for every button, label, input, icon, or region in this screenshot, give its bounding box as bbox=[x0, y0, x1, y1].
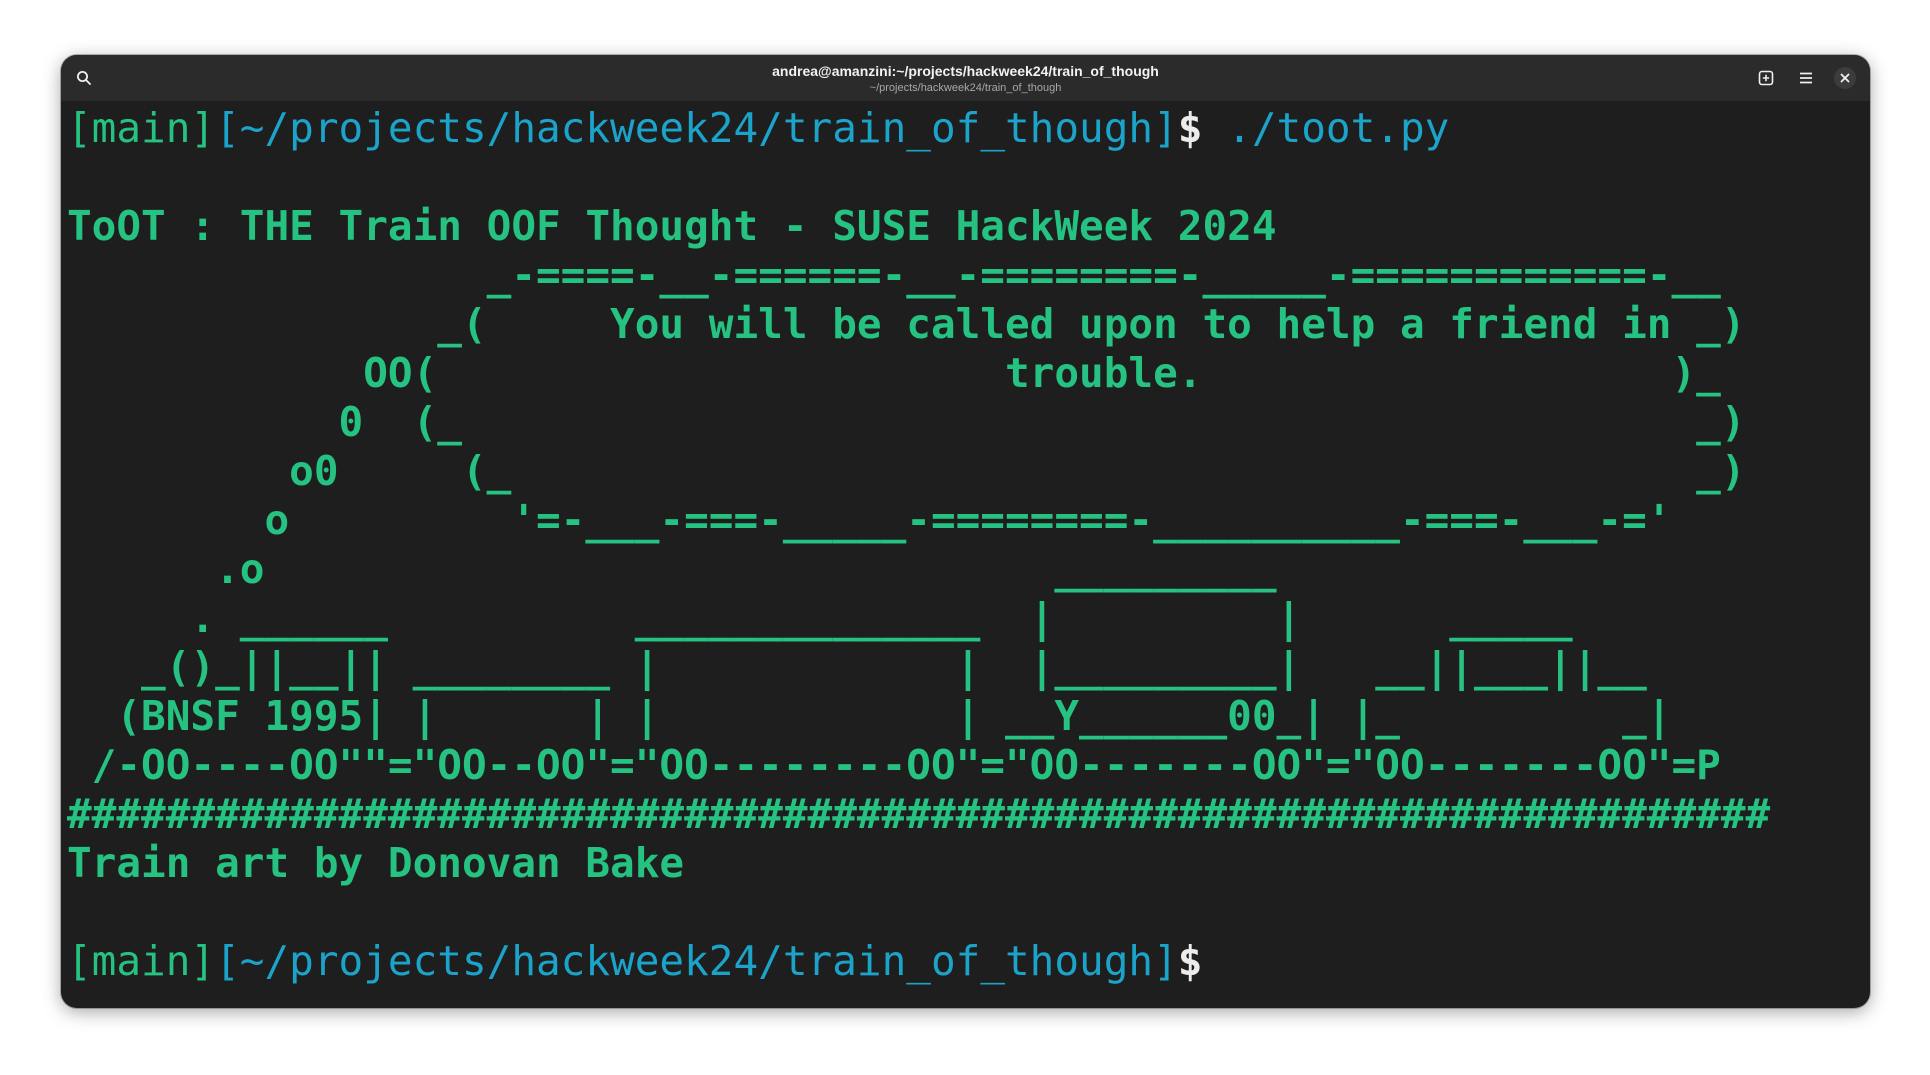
new-tab-button[interactable] bbox=[1752, 64, 1780, 92]
ascii-art-line: _( You will be called upon to help a fri… bbox=[67, 300, 1746, 348]
new-tab-icon bbox=[1758, 70, 1774, 86]
terminal-window: andrea@amanzini:~/projects/hackweek24/tr… bbox=[61, 55, 1870, 1008]
window-subtitle: ~/projects/hackweek24/train_of_though bbox=[869, 82, 1062, 94]
prompt-line: [main][~/projects/hackweek24/train_of_th… bbox=[67, 937, 1770, 986]
title-bar[interactable]: andrea@amanzini:~/projects/hackweek24/tr… bbox=[61, 55, 1870, 101]
ascii-art-line: /-OO----OO""="OO--OO"="OO--------OO"="OO… bbox=[67, 741, 1721, 789]
banner-line: ToOT : THE Train OOF Thought - SUSE Hack… bbox=[67, 202, 1277, 250]
ascii-art-line: 0 (_ _) bbox=[67, 398, 1746, 446]
ascii-art-line: ########################################… bbox=[67, 790, 1771, 838]
terminal-output[interactable]: [main][~/projects/hackweek24/train_of_th… bbox=[67, 104, 1770, 986]
ascii-art-line: (BNSF 1995| | | | | __Y______00_| |_ _| bbox=[67, 692, 1672, 740]
prompt-path: [~/projects/hackweek24/train_of_though] bbox=[215, 104, 1178, 152]
command-text: ./toot.py bbox=[1202, 104, 1450, 152]
prompt-line: [main][~/projects/hackweek24/train_of_th… bbox=[67, 104, 1770, 153]
ascii-art-line: _()_||__|| ________ | | |_________| __||… bbox=[67, 643, 1647, 691]
prompt-branch: [main] bbox=[67, 104, 216, 152]
close-button[interactable] bbox=[1834, 67, 1856, 89]
main-menu-button[interactable] bbox=[1792, 64, 1820, 92]
hamburger-menu-icon bbox=[1800, 72, 1812, 84]
ascii-art-line: o '=-___-===-_____-========-__________-=… bbox=[67, 496, 1672, 544]
window-title: andrea@amanzini:~/projects/hackweek24/tr… bbox=[772, 63, 1159, 79]
prompt-branch: [main] bbox=[67, 937, 216, 985]
prompt-symbol: $ bbox=[1177, 104, 1203, 152]
prompt-path: [~/projects/hackweek24/train_of_though] bbox=[215, 937, 1178, 985]
close-icon bbox=[1840, 73, 1850, 83]
ascii-art-line: .o _________ bbox=[67, 545, 1277, 593]
ascii-art-line: o0 (_ _) bbox=[67, 447, 1746, 495]
ascii-art-line: _-====-__-======-__-========-_____-=====… bbox=[67, 251, 1721, 299]
ascii-art-line: . ______ ______________ | | _____ bbox=[67, 594, 1573, 642]
prompt-symbol: $ bbox=[1177, 937, 1203, 985]
ascii-art-line: OO( trouble. )_ bbox=[67, 349, 1721, 397]
credit-line: Train art by Donovan Bake bbox=[67, 839, 685, 887]
